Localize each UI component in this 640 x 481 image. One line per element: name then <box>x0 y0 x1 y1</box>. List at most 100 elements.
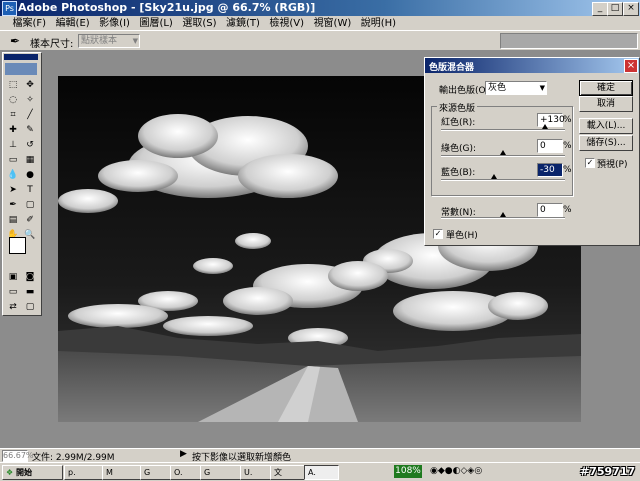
screen-mode-standard-icon[interactable]: ▭ <box>6 286 20 299</box>
red-field[interactable]: +130 <box>537 113 565 127</box>
screen-mode-icon[interactable]: ▢ <box>23 301 37 314</box>
start-label: 開始 <box>15 468 32 477</box>
save-button[interactable]: 儲存(S)... <box>579 135 633 151</box>
monochrome-checkbox[interactable]: ✓ <box>433 229 443 239</box>
menu-edit[interactable]: 編輯(E) <box>53 17 93 31</box>
output-channel-select[interactable]: 灰色 ▼ <box>485 81 547 95</box>
menu-select[interactable]: 選取(S) <box>179 17 219 31</box>
zoom-level-field[interactable]: 66.67% <box>2 450 34 462</box>
constant-slider-thumb[interactable] <box>500 212 506 217</box>
sample-size-select[interactable]: 點狀樣本 ▼ <box>78 34 140 48</box>
standard-mode-icon[interactable]: ▣ <box>6 271 20 284</box>
start-button[interactable]: ❖ 開始 <box>2 465 63 480</box>
task-button-2[interactable]: M <box>102 465 143 480</box>
task-button-3[interactable]: G <box>140 465 171 480</box>
notes-tool-icon[interactable]: ▤ <box>6 214 20 227</box>
chevron-down-icon: ▼ <box>539 84 545 92</box>
blue-percent: % <box>563 165 572 175</box>
red-slider-thumb[interactable] <box>542 124 548 129</box>
eyedropper-icon[interactable]: ✒ <box>10 34 20 48</box>
triangle-icon[interactable]: ▶ <box>180 449 187 459</box>
monochrome-label: 單色(H) <box>446 231 478 241</box>
close-button[interactable]: × <box>623 2 639 16</box>
dodge-tool-icon[interactable]: ● <box>23 169 37 182</box>
menu-help[interactable]: 說明(H) <box>358 17 399 31</box>
green-slider-track[interactable] <box>441 155 565 157</box>
red-percent: % <box>563 115 572 125</box>
output-channel-value: 灰色 <box>488 83 507 93</box>
task-button-7[interactable]: 文 <box>270 465 305 480</box>
task-label: U. <box>244 468 253 477</box>
green-field[interactable]: 0 <box>537 139 563 153</box>
slice-tool-icon[interactable]: ╱ <box>23 109 37 122</box>
source-channels-label: 來源色版 <box>437 101 478 114</box>
preview-checkbox[interactable]: ✓ <box>585 158 595 168</box>
eyedropper-tool-icon[interactable]: ✐ <box>23 214 37 227</box>
menu-layer[interactable]: 圖層(L) <box>136 17 175 31</box>
task-button-6[interactable]: U. <box>240 465 271 480</box>
shape-tool-icon[interactable]: ▢ <box>23 199 37 212</box>
lasso-tool-icon[interactable]: ◌ <box>6 94 20 107</box>
jump-to-imageready-icon[interactable]: ⇄ <box>6 301 20 314</box>
task-label: M <box>106 468 113 477</box>
red-label: 紅色(R): <box>441 118 476 128</box>
eraser-tool-icon[interactable]: ▭ <box>6 154 20 167</box>
green-slider-thumb[interactable] <box>500 150 506 155</box>
window-title: Adobe Photoshop - [Sky21u.jpg @ 66.7% (R… <box>18 1 316 14</box>
constant-percent: % <box>563 205 572 215</box>
crop-tool-icon[interactable]: ⌗ <box>6 109 20 122</box>
tray-meter[interactable]: 108% <box>394 465 422 478</box>
task-button-5[interactable]: G <box>200 465 241 480</box>
task-button-photoshop-active[interactable]: A. <box>304 465 339 480</box>
constant-slider-track[interactable] <box>441 217 565 219</box>
chevron-down-icon: ▼ <box>132 37 138 45</box>
pen-tool-icon[interactable]: ✒ <box>6 199 20 212</box>
load-button[interactable]: 載入(L)... <box>579 118 633 134</box>
menu-window[interactable]: 視窗(W) <box>311 17 355 31</box>
toolbox-title <box>4 54 38 60</box>
foreground-color-swatch[interactable] <box>9 237 26 254</box>
watermark-id: #759717 <box>580 465 636 478</box>
blue-slider-track[interactable] <box>441 179 565 181</box>
ok-button[interactable]: 確定 <box>579 80 633 96</box>
blue-slider-thumb[interactable] <box>491 174 497 179</box>
menu-file[interactable]: 檔案(F) <box>10 17 50 31</box>
menu-filter[interactable]: 濾鏡(T) <box>223 17 263 31</box>
menu-image[interactable]: 影像(I) <box>96 17 133 31</box>
tray-icons[interactable]: ◉◆●◐◇◈◎ <box>430 466 482 476</box>
healing-brush-icon[interactable]: ✚ <box>6 124 20 137</box>
stamp-tool-icon[interactable]: ⊥ <box>6 139 20 152</box>
blur-tool-icon[interactable]: 💧 <box>6 169 20 182</box>
cancel-button[interactable]: 取消 <box>579 96 633 112</box>
screen-mode-full-icon[interactable]: ▬ <box>23 286 37 299</box>
magic-wand-tool-icon[interactable]: ✧ <box>23 94 37 107</box>
task-button-1[interactable]: p. <box>64 465 105 480</box>
path-select-icon[interactable]: ➤ <box>6 184 20 197</box>
brush-tool-icon[interactable]: ✎ <box>23 124 37 137</box>
palette-well[interactable] <box>500 33 638 49</box>
type-tool-icon[interactable]: T <box>23 184 37 197</box>
menu-view[interactable]: 檢視(V) <box>266 17 307 31</box>
photoshop-logo-icon <box>5 63 37 75</box>
maximize-button[interactable]: □ <box>607 2 623 16</box>
quick-mask-icon[interactable]: ◙ <box>23 271 37 284</box>
marquee-tool-icon[interactable]: ⬚ <box>6 79 20 92</box>
blue-field[interactable]: -30 <box>537 163 563 177</box>
dialog-close-button[interactable]: × <box>624 59 638 73</box>
minimize-button[interactable]: _ <box>592 2 608 16</box>
move-tool-icon[interactable]: ✥ <box>23 79 37 92</box>
task-button-4[interactable]: O. <box>170 465 201 480</box>
green-percent: % <box>563 141 572 151</box>
constant-field[interactable]: 0 <box>537 203 563 217</box>
status-bar: 66.67% 文件: 2.99M/2.99M ▶ 按下影像以選取新增顏色 <box>0 448 640 463</box>
red-slider-track[interactable] <box>441 129 565 131</box>
toolbox: ⬚ ✥ ◌ ✧ ⌗ ╱ ✚ ✎ ⊥ ↺ ▭ ▦ 💧 ● ➤ T ✒ ▢ ▤ ✐ … <box>2 52 42 316</box>
task-label: A. <box>308 468 316 477</box>
menu-bar: 檔案(F) 編輯(E) 影像(I) 圖層(L) 選取(S) 濾鏡(T) 檢視(V… <box>0 16 640 30</box>
blue-label: 藍色(B): <box>441 168 476 178</box>
photoshop-app-icon: Ps <box>2 1 17 16</box>
dialog-title-bar: 色版混合器 × <box>425 58 639 73</box>
preview-label: 預視(P) <box>597 160 628 170</box>
gradient-tool-icon[interactable]: ▦ <box>23 154 37 167</box>
history-brush-icon[interactable]: ↺ <box>23 139 37 152</box>
